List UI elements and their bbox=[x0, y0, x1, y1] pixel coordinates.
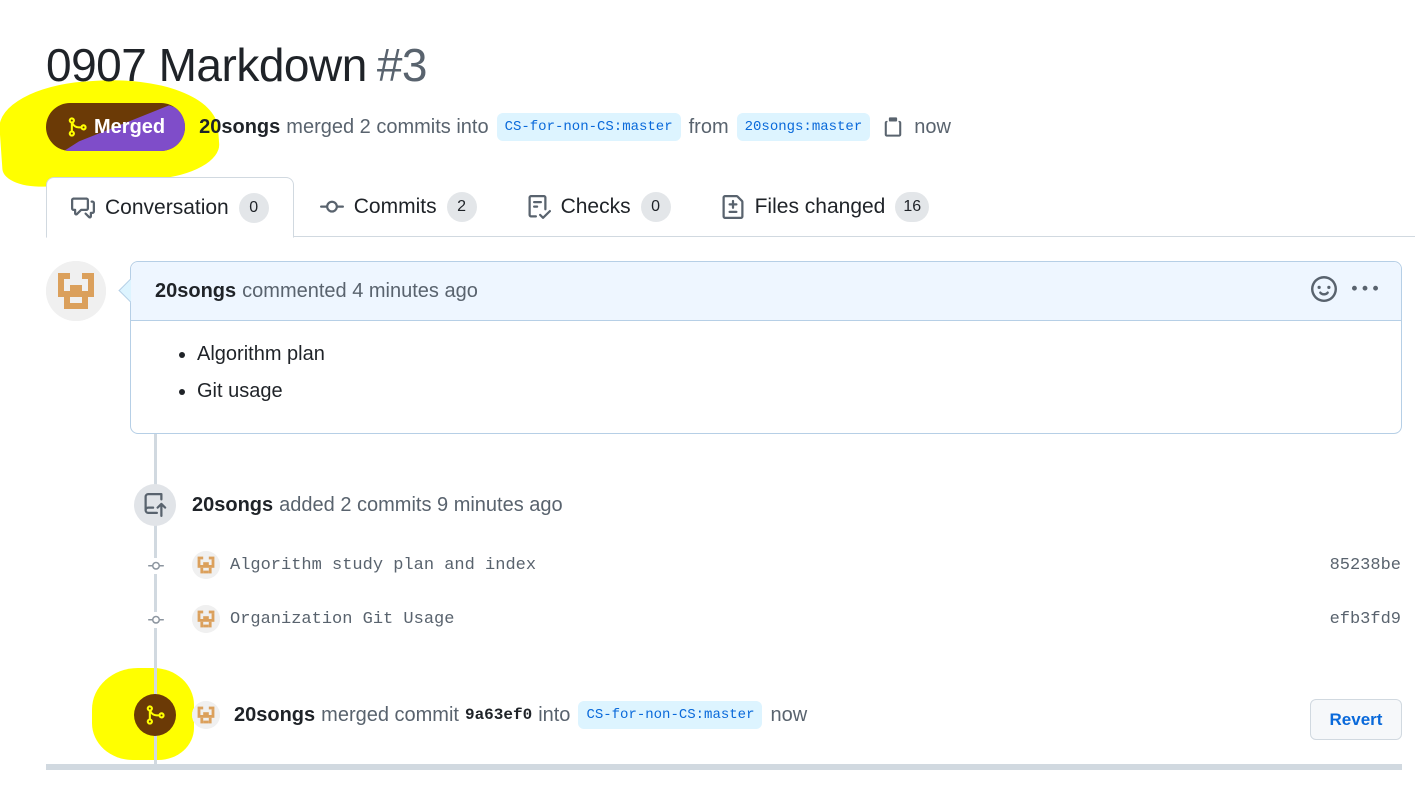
status-badge: Merged bbox=[46, 103, 186, 151]
author-link[interactable]: 20songs bbox=[199, 116, 280, 139]
base-branch[interactable]: CS-for-non-CS:master bbox=[578, 701, 763, 729]
comment-timestamp: commented 4 minutes ago bbox=[242, 279, 478, 302]
git-merge-icon bbox=[68, 117, 87, 137]
tab-label: Files changed bbox=[754, 195, 886, 218]
repo-push-icon bbox=[134, 484, 176, 526]
list-item: Algorithm plan bbox=[197, 343, 1401, 366]
revert-button[interactable]: Revert bbox=[1310, 699, 1402, 740]
commit-row: Algorithm study plan and index 85238be bbox=[192, 551, 1401, 579]
list-item: Git usage bbox=[197, 380, 1401, 403]
page-title: 0907 Markdown #3 bbox=[46, 38, 427, 92]
event-text: into bbox=[538, 703, 571, 726]
merge-commit-sha[interactable]: 9a63ef0 bbox=[465, 706, 532, 724]
tab-conversation[interactable]: Conversation 0 bbox=[46, 177, 294, 238]
event-author[interactable]: 20songs bbox=[192, 494, 273, 517]
tab-checks[interactable]: Checks 0 bbox=[503, 177, 695, 237]
git-merge-icon bbox=[134, 694, 176, 736]
pr-meta: Merged 20songs merged 2 commits into CS-… bbox=[46, 103, 951, 151]
tab-count: 0 bbox=[238, 192, 269, 223]
git-commit-icon bbox=[144, 612, 168, 628]
commit-message[interactable]: Algorithm study plan and index bbox=[230, 556, 536, 575]
pr-title: 0907 Markdown bbox=[46, 39, 367, 91]
git-commit-icon bbox=[144, 558, 168, 574]
avatar[interactable] bbox=[192, 701, 220, 729]
comment-header: 20songs commented 4 minutes ago bbox=[131, 262, 1401, 321]
comment-card: 20songs commented 4 minutes ago Algorith… bbox=[130, 261, 1402, 434]
event-time: now bbox=[770, 703, 808, 726]
status-label: Merged bbox=[94, 115, 166, 138]
kebab-menu-icon[interactable] bbox=[1351, 276, 1379, 302]
tab-label: Conversation bbox=[105, 195, 229, 219]
event-text: added 2 commits 9 minutes ago bbox=[279, 493, 563, 516]
tab-files-changed[interactable]: Files changed 16 bbox=[697, 177, 954, 237]
git-commit-icon bbox=[319, 200, 344, 213]
avatar[interactable] bbox=[192, 605, 220, 633]
avatar[interactable] bbox=[46, 261, 106, 321]
tab-count: 2 bbox=[446, 192, 477, 222]
checklist-icon bbox=[528, 195, 551, 219]
tab-count: 16 bbox=[895, 192, 930, 222]
tab-label: Checks bbox=[560, 195, 631, 218]
from-label: from bbox=[688, 115, 729, 138]
file-diff-icon bbox=[722, 195, 744, 219]
commit-sha[interactable]: 85238be bbox=[1330, 556, 1401, 575]
comment-body: Algorithm plan Git usage bbox=[131, 321, 1401, 403]
commit-sha[interactable]: efb3fd9 bbox=[1330, 610, 1401, 629]
avatar[interactable] bbox=[192, 551, 220, 579]
divider bbox=[46, 764, 1402, 770]
commits-added-event: 20songs added 2 commits 9 minutes ago bbox=[134, 484, 563, 526]
merge-time: now bbox=[914, 115, 951, 138]
tab-label: Commits bbox=[353, 195, 437, 218]
pr-tabs: Conversation 0 Commits 2 Checks 0 Files … bbox=[46, 177, 1415, 238]
copy-icon[interactable] bbox=[882, 115, 904, 139]
event-text: merged commit bbox=[321, 703, 459, 726]
commit-message[interactable]: Organization Git Usage bbox=[230, 610, 454, 629]
merge-event: 20songs merged commit 9a63ef0 into CS-fo… bbox=[192, 701, 807, 729]
smiley-icon[interactable] bbox=[1311, 276, 1337, 302]
merge-summary: merged 2 commits into bbox=[286, 115, 489, 138]
pr-number: #3 bbox=[376, 39, 428, 91]
comment-discussion-icon bbox=[71, 197, 95, 218]
tab-count: 0 bbox=[640, 192, 671, 222]
base-branch[interactable]: CS-for-non-CS:master bbox=[496, 113, 681, 141]
tab-commits[interactable]: Commits 2 bbox=[296, 177, 501, 237]
comment-author[interactable]: 20songs bbox=[155, 280, 236, 303]
commit-row: Organization Git Usage efb3fd9 bbox=[192, 605, 1401, 633]
head-branch[interactable]: 20songs:master bbox=[736, 113, 871, 141]
event-author[interactable]: 20songs bbox=[234, 704, 315, 727]
